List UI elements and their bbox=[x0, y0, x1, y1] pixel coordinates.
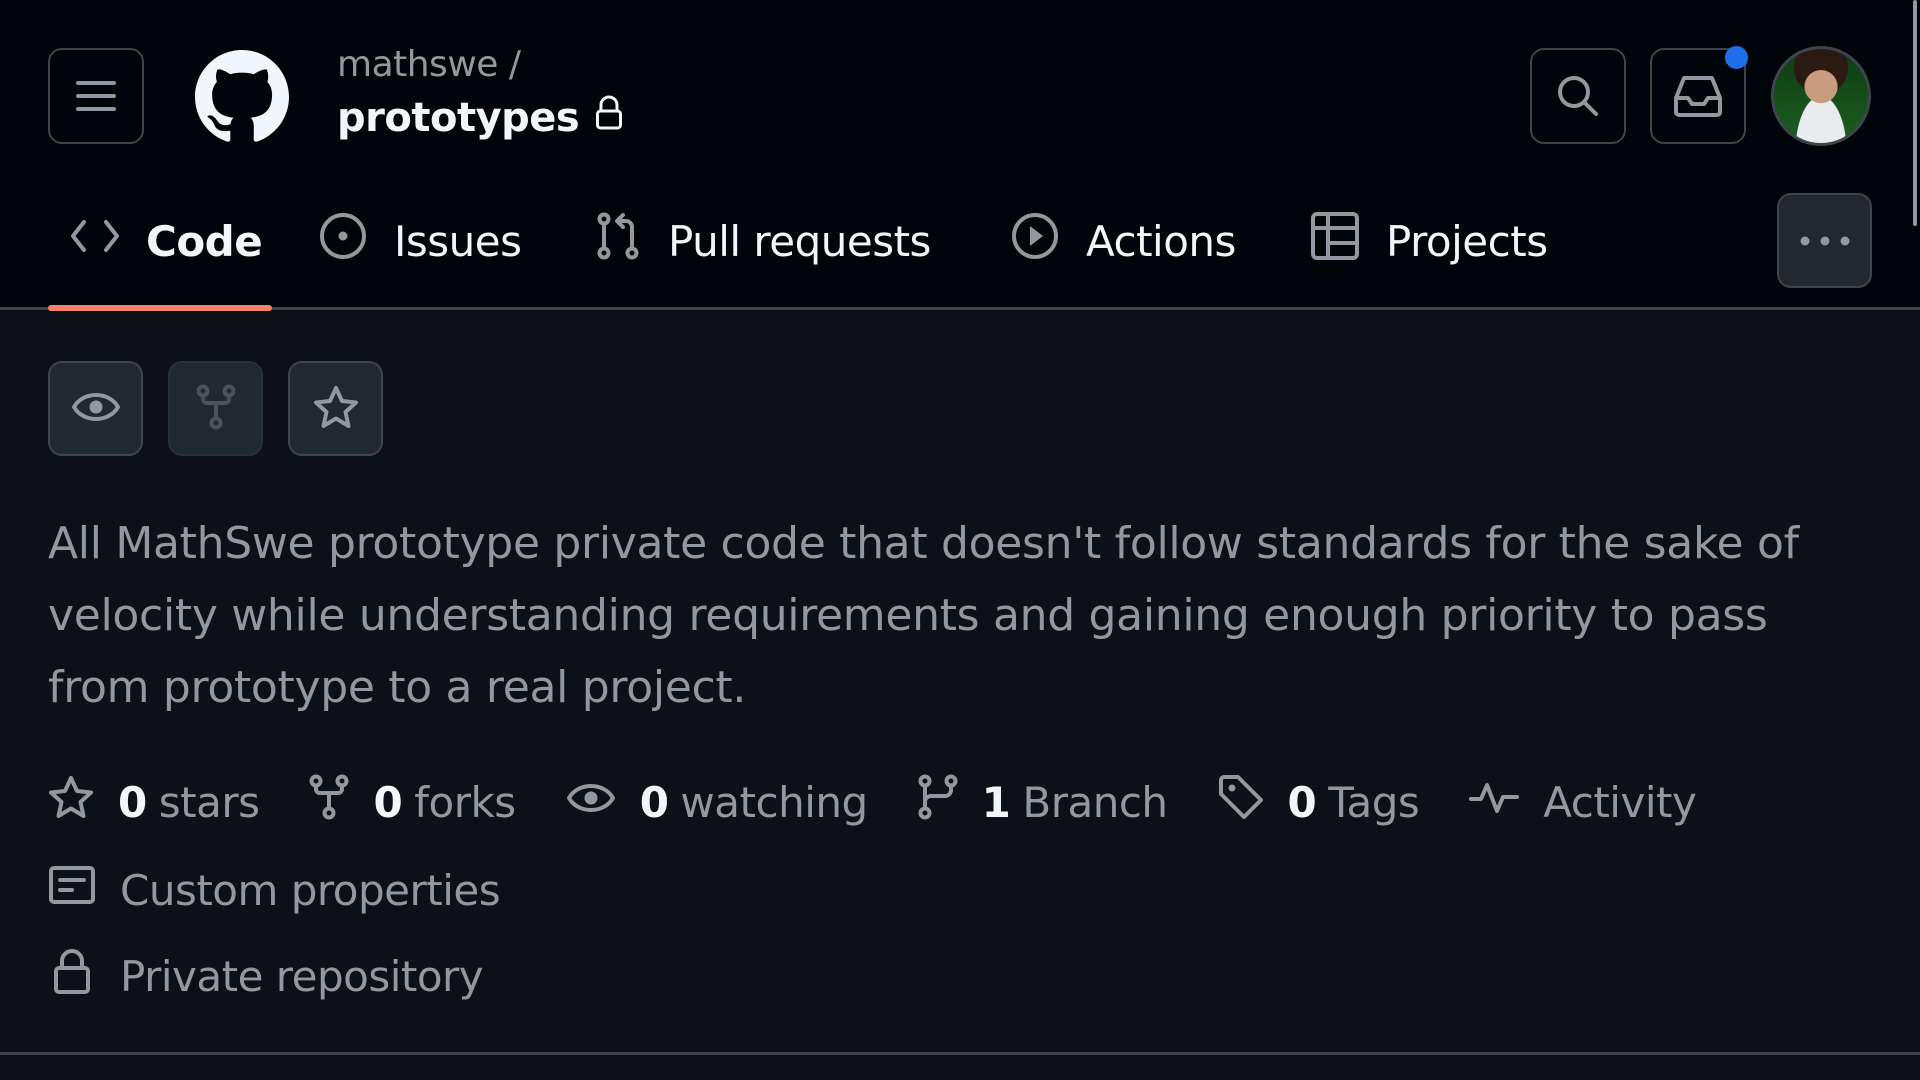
fork-button[interactable] bbox=[168, 361, 263, 456]
more-tabs-button[interactable] bbox=[1777, 193, 1872, 288]
stars-label: stars bbox=[158, 777, 260, 827]
stars-link[interactable]: 0 stars bbox=[48, 775, 260, 829]
repo-title: prototypes bbox=[337, 95, 623, 141]
activity-link[interactable]: Activity bbox=[1469, 777, 1697, 827]
watch-button[interactable] bbox=[48, 361, 143, 456]
star-icon bbox=[48, 775, 118, 829]
stars-count: 0 bbox=[118, 777, 147, 827]
repo-description: All MathSwe prototype private code that … bbox=[48, 518, 1799, 713]
eye-icon bbox=[71, 388, 121, 430]
issue-opened-icon bbox=[318, 211, 368, 271]
github-logo-icon[interactable] bbox=[195, 50, 289, 144]
star-button[interactable] bbox=[288, 361, 383, 456]
custom-properties-label: Custom properties bbox=[120, 865, 501, 915]
activity-label: Activity bbox=[1543, 777, 1697, 827]
lock-icon bbox=[48, 947, 120, 1005]
scrollbar[interactable] bbox=[1913, 0, 1917, 226]
user-avatar[interactable] bbox=[1771, 46, 1871, 146]
tags-label: Tags bbox=[1328, 777, 1420, 827]
git-branch-icon bbox=[918, 774, 982, 830]
watchers-link[interactable]: 0 watching bbox=[566, 778, 868, 827]
repo-stats: 0 stars 0 forks 0 watching 1 Branch 0 Ta… bbox=[48, 770, 1746, 834]
branches-link[interactable]: 1 Branch bbox=[918, 774, 1168, 830]
repo-name-link[interactable]: prototypes bbox=[337, 95, 580, 141]
tag-icon bbox=[1218, 774, 1288, 830]
watchers-count: 0 bbox=[639, 777, 669, 827]
notification-indicator bbox=[1725, 46, 1748, 69]
pulse-icon bbox=[1469, 777, 1543, 827]
watchers-label: watching bbox=[680, 777, 868, 827]
inbox-icon bbox=[1673, 74, 1723, 118]
play-icon bbox=[1010, 211, 1060, 271]
hamburger-icon bbox=[75, 79, 117, 113]
tab-label: Code bbox=[146, 216, 263, 266]
section-divider bbox=[0, 1052, 1920, 1055]
repo-forked-icon bbox=[196, 384, 236, 434]
tab-label: Issues bbox=[394, 216, 522, 266]
tags-link[interactable]: 0 Tags bbox=[1218, 774, 1420, 830]
repo-forked-icon bbox=[309, 774, 373, 830]
active-tab-indicator bbox=[48, 305, 272, 311]
tab-label: Projects bbox=[1386, 216, 1548, 266]
forks-label: forks bbox=[414, 777, 516, 827]
tab-actions[interactable]: Actions bbox=[1010, 186, 1236, 296]
branches-count: 1 bbox=[981, 777, 1011, 827]
eye-icon bbox=[566, 778, 640, 827]
tab-projects[interactable]: Projects bbox=[1310, 186, 1548, 296]
repo-owner-link[interactable]: mathswe / bbox=[337, 44, 521, 85]
search-button[interactable] bbox=[1530, 48, 1626, 144]
note-icon bbox=[48, 865, 120, 915]
forks-link[interactable]: 0 forks bbox=[309, 774, 516, 830]
tags-count: 0 bbox=[1287, 777, 1317, 827]
tab-issues[interactable]: Issues bbox=[318, 186, 522, 296]
tab-pull-requests[interactable]: Pull requests bbox=[596, 186, 931, 296]
lock-icon bbox=[595, 95, 623, 141]
app-header: mathswe / prototypes Code Issues Pull re… bbox=[0, 0, 1920, 311]
tab-label: Actions bbox=[1086, 216, 1236, 266]
forks-count: 0 bbox=[373, 777, 403, 827]
tab-label: Pull requests bbox=[668, 216, 931, 266]
table-icon bbox=[1310, 211, 1360, 271]
git-pull-request-icon bbox=[596, 211, 642, 271]
menu-button[interactable] bbox=[48, 48, 144, 144]
search-icon bbox=[1556, 74, 1600, 118]
kebab-horizontal-icon bbox=[1800, 235, 1850, 247]
star-icon bbox=[313, 385, 359, 433]
private-repository-label: Private repository bbox=[120, 951, 484, 1001]
code-icon bbox=[70, 216, 120, 266]
custom-properties-link[interactable]: Custom properties bbox=[48, 858, 501, 922]
private-repository-indicator: Private repository bbox=[48, 944, 484, 1008]
tab-code[interactable]: Code bbox=[70, 186, 263, 296]
branches-label: Branch bbox=[1022, 777, 1168, 827]
